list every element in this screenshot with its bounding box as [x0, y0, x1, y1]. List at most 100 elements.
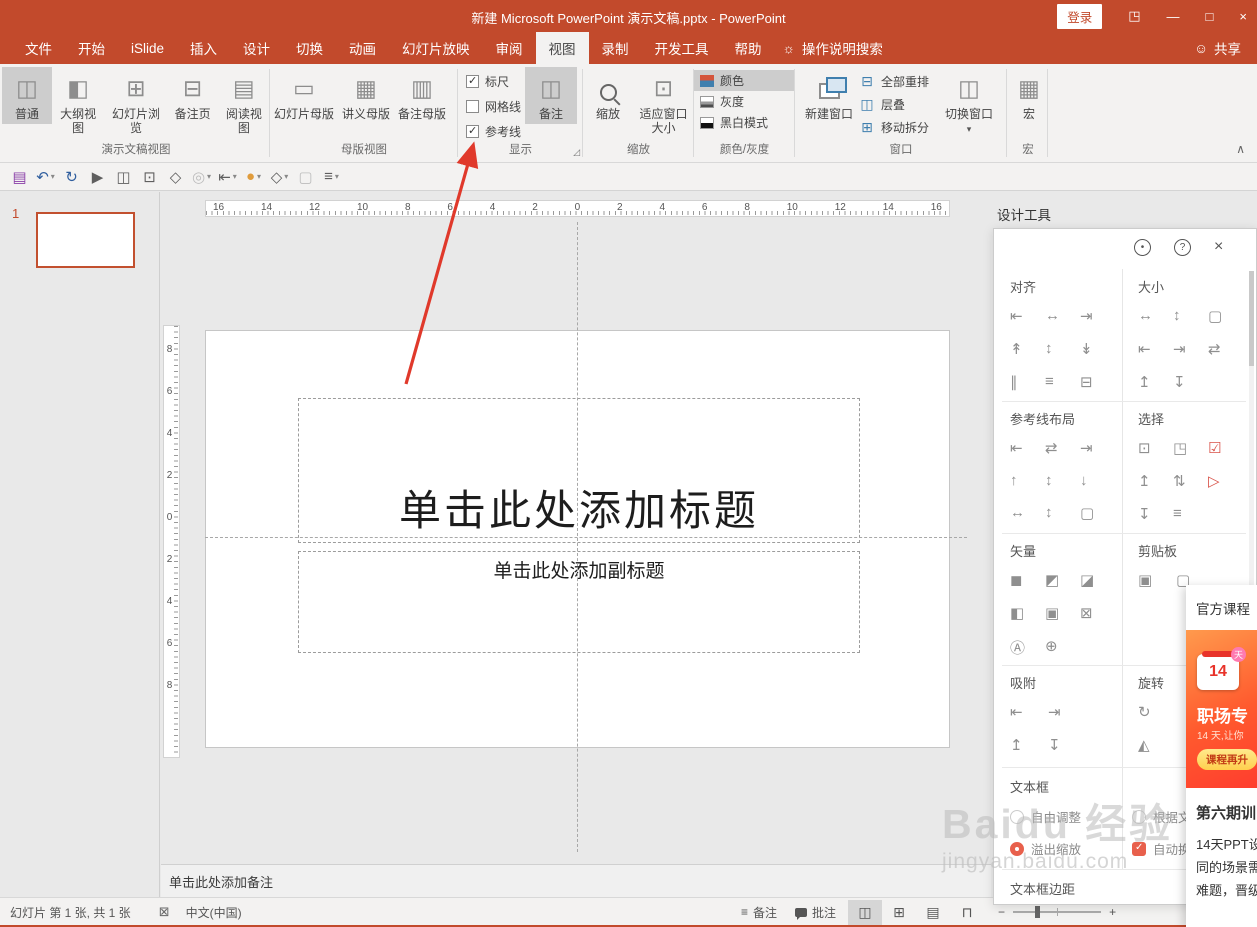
align-tool-icon[interactable]: ↔ [1045, 307, 1080, 325]
guide-layout-icon[interactable]: ⇄ [1045, 439, 1080, 457]
selection-tool-icon[interactable]: ⇅ [1173, 472, 1208, 490]
maximize-button[interactable]: □ [1206, 9, 1214, 24]
guide-layout-icon[interactable]: ⇤ [1010, 439, 1045, 457]
notes-icon[interactable]: ◫ [112, 166, 135, 188]
size-tool-icon[interactable]: ⇤ [1138, 340, 1173, 358]
selection-tool-icon[interactable]: ▷ [1208, 472, 1243, 490]
selection-tool-icon[interactable]: ◳ [1173, 439, 1208, 457]
selection-tool-icon[interactable]: ☑ [1208, 439, 1243, 457]
align-tool-icon[interactable]: ⇥ [1080, 307, 1115, 325]
collapse-ribbon-icon[interactable]: ∧ [1236, 142, 1245, 156]
size-tool-icon[interactable]: ↧ [1173, 373, 1208, 391]
ribbon-display-options-icon[interactable]: ◳ [1128, 8, 1140, 24]
vector-tool-icon[interactable]: Ⓐ [1010, 637, 1045, 658]
ribbon-tab[interactable]: 开发工具 [642, 32, 722, 64]
reading-view-button[interactable]: ▤ 阅读视图 [218, 67, 270, 138]
cascade-button[interactable]: ◫ 层叠 [859, 93, 929, 116]
color-mode-button[interactable]: 颜色 [694, 70, 795, 91]
notes-pane-button[interactable]: ◫ 备注 [525, 67, 577, 124]
macro-button[interactable]: ▦ 宏 [1008, 67, 1050, 124]
snap-tool-icon[interactable]: ⇥ [1048, 703, 1086, 721]
statusbar-slide-sorter-button[interactable]: ⊞ [882, 900, 916, 925]
textbox-option[interactable]: 溢出缩放 [1010, 839, 1132, 858]
zoom-in-button[interactable]: + [1109, 905, 1116, 919]
move-split-button[interactable]: ⊞ 移动拆分 [859, 116, 929, 139]
ribbon-tab[interactable]: 插入 [177, 32, 230, 64]
display-settings-icon[interactable]: ⊡ [138, 166, 161, 188]
bullet-color-icon[interactable]: ● [242, 166, 265, 188]
size-tool-icon[interactable]: ▢ [1208, 307, 1243, 325]
guide-layout-icon[interactable]: ⇥ [1080, 439, 1115, 457]
align-tool-icon[interactable]: ⇤ [1010, 307, 1045, 325]
size-tool-icon[interactable]: ↕ [1173, 307, 1208, 325]
statusbar-normal-view-button[interactable]: ◫ [848, 899, 883, 925]
selection-tool-icon[interactable]: ↧ [1138, 505, 1173, 523]
ribbon-tab[interactable]: 动画 [336, 32, 389, 64]
selection-tool-icon[interactable]: ⊡ [1138, 439, 1173, 457]
vector-tool-icon[interactable]: ◧ [1010, 604, 1045, 622]
merge-shapes-icon[interactable]: ◎ [190, 166, 213, 188]
start-slideshow-icon[interactable]: ▶ [86, 166, 109, 188]
rotate-tool-icon[interactable]: ◭ [1138, 736, 1166, 754]
new-window-button[interactable]: 新建窗口 [797, 67, 861, 124]
shapes-icon[interactable]: ◇ [164, 166, 187, 188]
customize-qat-icon[interactable]: ≡ [320, 166, 343, 188]
textbox-option[interactable]: 自由调整 [1010, 807, 1132, 826]
clipboard-tool-icon[interactable]: ▣ [1138, 571, 1176, 589]
login-button[interactable]: 登录 [1057, 3, 1103, 29]
share-button[interactable]: ☺ 共享 [1194, 32, 1241, 64]
size-tool-icon[interactable]: ↥ [1138, 373, 1173, 391]
ribbon-tab[interactable]: 文件 [12, 32, 65, 64]
vector-tool-icon[interactable]: ◼ [1010, 571, 1045, 589]
align-tool-icon[interactable]: ≡ [1045, 373, 1080, 391]
promo-banner[interactable]: 14 天 职场专 14 天,让你 课程再升 [1186, 630, 1257, 788]
notes-master-button[interactable]: ▥ 备注母版 [394, 67, 450, 124]
ribbon-tab[interactable]: 切换 [283, 32, 336, 64]
proofing-icon[interactable]: ⊠ [159, 904, 170, 920]
statusbar-slideshow-button[interactable]: ⊓ [950, 900, 984, 925]
ribbon-tab[interactable]: 幻灯片放映 [389, 32, 483, 64]
dialog-launcher-icon[interactable]: ◿ [573, 147, 580, 158]
arrange-all-button[interactable]: ⊟ 全部重排 [859, 70, 929, 93]
statusbar-reading-view-button[interactable]: ▤ [916, 900, 950, 925]
zoom-slider-thumb[interactable] [1035, 906, 1041, 918]
ribbon-tab[interactable]: 帮助 [722, 32, 775, 64]
vector-tool-icon[interactable]: ◩ [1045, 571, 1080, 589]
gridlines-checkbox[interactable]: 网格线 [466, 98, 521, 115]
align-tool-icon[interactable]: ↕ [1045, 340, 1080, 358]
rotate-tool-icon[interactable]: ↻ [1138, 703, 1166, 721]
selection-tool-icon[interactable]: ≡ [1173, 505, 1208, 523]
ribbon-tab[interactable]: 视图 [535, 32, 589, 64]
snap-tool-icon[interactable]: ↧ [1048, 736, 1086, 754]
size-tool-icon[interactable]: ⇥ [1173, 340, 1208, 358]
normal-view-button[interactable]: ◫ 普通 [2, 67, 52, 124]
promo-popup[interactable]: 官方课程 14 天 职场专 14 天,让你 课程再升 第六期训 14天PPT设同… [1186, 585, 1257, 927]
align-icon[interactable]: ⇤ [216, 166, 239, 188]
horizontal-guide[interactable] [205, 537, 967, 538]
comments-toggle-button[interactable]: 批注 [789, 904, 842, 921]
ribbon-tab[interactable]: 录制 [589, 32, 642, 64]
selection-tool-icon[interactable]: ↥ [1138, 472, 1173, 490]
grayscale-button[interactable]: 灰度 [694, 91, 795, 112]
zoom-slider[interactable] [1013, 906, 1102, 918]
vector-tool-icon[interactable]: ▣ [1045, 604, 1080, 622]
fit-to-window-button[interactable]: ⊡ 适应窗口大小 [633, 67, 694, 138]
black-white-button[interactable]: 黑白模式 [694, 112, 795, 133]
ribbon-tab[interactable]: 设计 [230, 32, 283, 64]
guide-layout-icon[interactable]: ↕ [1045, 472, 1080, 489]
snap-tool-icon[interactable]: ↥ [1010, 736, 1048, 754]
switch-windows-button[interactable]: ◫ 切换窗口 ▾ [937, 67, 1001, 139]
align-tool-icon[interactable]: ∥ [1010, 373, 1045, 391]
ruler-checkbox[interactable]: 标尺 [466, 73, 521, 90]
zoom-out-button[interactable]: − [998, 905, 1005, 919]
slide-sorter-button[interactable]: ⊞ 幻灯片浏览 [104, 67, 167, 138]
panel-close-icon[interactable]: × [1214, 238, 1223, 256]
align-tool-icon[interactable]: ⊟ [1080, 373, 1115, 391]
redo-icon[interactable]: ↻ [60, 166, 83, 188]
notes-page-button[interactable]: ⊟ 备注页 [168, 67, 218, 124]
size-tool-icon[interactable]: ↔ [1138, 307, 1173, 325]
align-tool-icon[interactable]: ↟ [1010, 340, 1045, 358]
guide-layout-icon[interactable]: ↔ [1010, 504, 1045, 522]
guide-layout-icon[interactable]: ↓ [1080, 472, 1115, 489]
help-icon[interactable]: ? [1174, 238, 1191, 256]
